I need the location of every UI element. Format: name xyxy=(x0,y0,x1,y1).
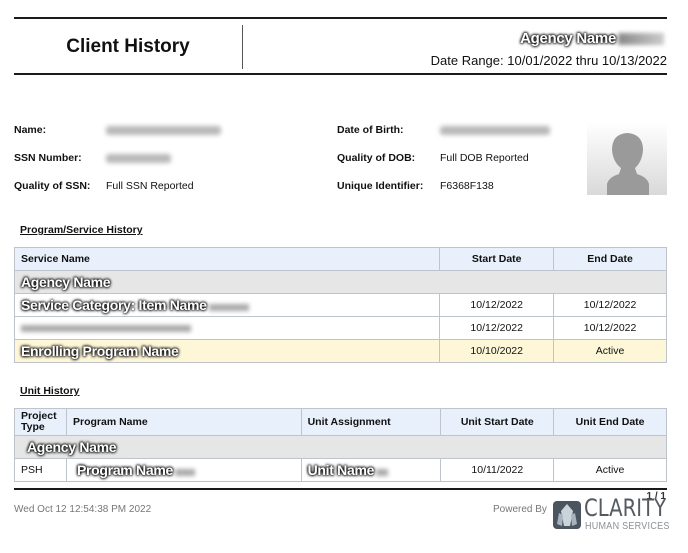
agency-name-header: Agency Name xyxy=(520,30,664,47)
person-silhouette-icon xyxy=(607,133,649,195)
footer-rule xyxy=(14,488,667,490)
redacted-text xyxy=(618,33,664,46)
unit-name: Unit Name xyxy=(307,462,375,478)
col-unit-end-date: Unit End Date xyxy=(553,408,667,436)
uid-value: F6368F138 xyxy=(440,180,494,192)
agency-group-row: Agency Name xyxy=(14,435,667,459)
dob-value-redacted xyxy=(440,126,550,135)
redacted-text xyxy=(21,324,191,332)
quality-dob-label: Quality of DOB: xyxy=(337,152,416,164)
service-name: Enrolling Program Name xyxy=(21,343,179,359)
quality-dob-value: Full DOB Reported xyxy=(440,152,529,164)
header-top-rule xyxy=(14,17,667,19)
agency-name: Agency Name xyxy=(21,274,111,290)
col-start-date: Start Date xyxy=(439,247,555,271)
end-date: Active xyxy=(553,339,667,363)
unit-history-table: Project Type Program Name Unit Assignmen… xyxy=(14,408,667,482)
clarity-logo-subtitle: HUMAN SERVICES xyxy=(585,521,670,532)
unit-history-title: Unit History xyxy=(20,385,80,397)
col-program-name: Program Name xyxy=(65,408,302,436)
start-date: 10/10/2022 xyxy=(439,339,555,363)
quality-ssn-label: Quality of SSN: xyxy=(14,180,91,192)
table-row: 10/12/2022 10/12/2022 xyxy=(13,316,667,340)
project-type: PSH xyxy=(14,458,67,482)
page-title: Client History xyxy=(66,36,190,57)
agency-name: Agency Name xyxy=(27,439,117,455)
redacted-text xyxy=(208,303,249,311)
clarity-logo-icon xyxy=(553,501,581,529)
start-date: 10/12/2022 xyxy=(439,316,555,340)
col-unit-assignment: Unit Assignment xyxy=(300,408,442,436)
service-name: Service Category: Item Name xyxy=(21,297,207,313)
col-project-type: Project Type xyxy=(14,408,67,436)
col-service-name: Service Name xyxy=(13,247,441,271)
clarity-logo-text: CLARITY xyxy=(584,494,667,522)
end-date: 10/12/2022 xyxy=(553,316,667,340)
header-bottom-rule xyxy=(14,73,667,75)
name-label: Name: xyxy=(14,124,47,136)
table-row-enrollment: Enrolling Program Name 10/10/2022 Active xyxy=(13,339,667,363)
quality-ssn-value: Full SSN Reported xyxy=(106,180,194,192)
ssn-label: SSN Number: xyxy=(14,152,82,164)
redacted-text xyxy=(376,468,389,476)
program-history-title: Program/Service History xyxy=(20,224,143,236)
name-value-redacted xyxy=(106,126,221,135)
program-name: Program Name xyxy=(76,462,173,478)
table-header-row: Project Type Program Name Unit Assignmen… xyxy=(14,408,667,436)
unit-end-date: Active xyxy=(553,458,667,482)
agency-name-text: Agency Name xyxy=(520,30,616,47)
print-timestamp: Wed Oct 12 12:54:38 PM 2022 xyxy=(14,504,152,515)
redacted-text xyxy=(174,468,195,476)
table-row: PSH Program Name Unit Name 10/11/2022 Ac… xyxy=(14,458,667,482)
header-divider xyxy=(242,25,243,69)
client-photo-placeholder xyxy=(587,122,667,195)
date-range: Date Range: 10/01/2022 thru 10/13/2022 xyxy=(430,53,667,68)
uid-label: Unique Identifier: xyxy=(337,180,424,192)
end-date: 10/12/2022 xyxy=(553,293,667,317)
start-date: 10/12/2022 xyxy=(439,293,555,317)
table-header-row: Service Name Start Date End Date xyxy=(13,247,667,271)
table-row: Service Category: Item Name 10/12/2022 1… xyxy=(13,293,667,317)
powered-by-label: Powered By xyxy=(493,504,547,515)
dob-label: Date of Birth: xyxy=(337,124,404,136)
col-unit-start-date: Unit Start Date xyxy=(440,408,555,436)
col-end-date: End Date xyxy=(553,247,667,271)
agency-group-row: Agency Name xyxy=(14,270,667,294)
unit-start-date: 10/11/2022 xyxy=(440,458,555,482)
program-history-table: Service Name Start Date End Date Agency … xyxy=(13,247,667,363)
ssn-value-redacted xyxy=(106,154,171,163)
